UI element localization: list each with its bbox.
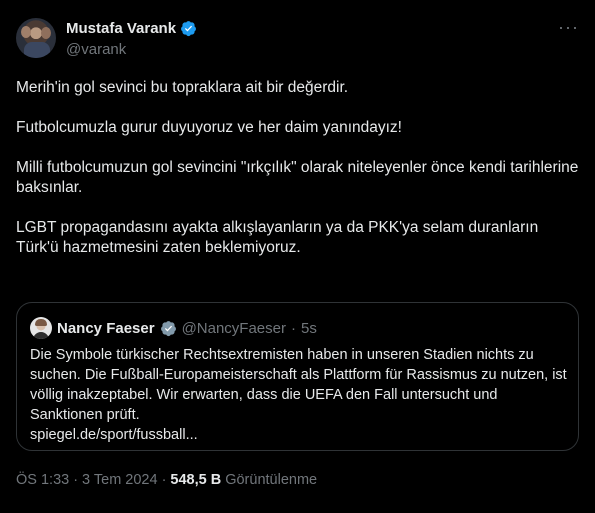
tweet-paragraph: Merih'in gol sevinci bu topraklara ait b… [16, 79, 349, 96]
tweet-paragraph: Futbolcumuzla gurur duyuyoruz ve her dai… [16, 119, 402, 136]
quoted-tweet-body: Die Symbole türkischer Rechtsextremisten… [30, 347, 567, 423]
quoted-tweet[interactable]: Nancy Faeser @NancyFaeser · 5s Die Symbo… [16, 302, 579, 451]
quoted-tweet-link[interactable]: spiegel.de/sport/fussball... [30, 427, 198, 443]
quoted-tweet-text: Die Symbole türkischer Rechtsextremisten… [30, 345, 570, 445]
tweet-meta: ÖS 1:33 · 3 Tem 2024 · 548,5 B Görüntüle… [16, 472, 317, 488]
tweet-paragraph: LGBT propagandasını ayakta alkışlayanlar… [16, 219, 543, 256]
avatar-photo-detail [24, 42, 50, 58]
author-avatar[interactable] [16, 18, 56, 58]
verified-badge-icon [160, 320, 176, 336]
author-handle[interactable]: @varank [66, 41, 126, 58]
quoted-author-avatar [30, 317, 52, 339]
separator-dot: · [291, 319, 296, 337]
avatar-photo-detail [41, 27, 51, 39]
tweet-time[interactable]: ÖS 1:33 [16, 472, 69, 488]
tweet-date[interactable]: 3 Tem 2024 [82, 472, 158, 488]
quoted-author-name: Nancy Faeser [57, 319, 155, 337]
verified-badge-icon [181, 21, 196, 37]
author-display-name[interactable]: Mustafa Varank [66, 20, 176, 37]
avatar-photo-detail [21, 26, 31, 38]
avatar-photo-detail [35, 319, 47, 326]
separator-dot: · [161, 472, 167, 488]
avatar-photo-detail [33, 332, 49, 339]
quoted-tweet-header: Nancy Faeser @NancyFaeser · 5s [30, 317, 317, 339]
quoted-tweet-time: 5s [301, 319, 317, 337]
quoted-author-handle: @NancyFaeser [181, 319, 286, 337]
views-label: Görüntülenme [225, 472, 318, 488]
views-count[interactable]: 548,5 B [170, 472, 221, 488]
tweet-text: Merih'in gol sevinci bu topraklara ait b… [16, 78, 581, 278]
tweet-card: Mustafa Varank @varank ··· Merih'in gol … [0, 0, 595, 513]
separator-dot: · [73, 472, 79, 488]
author-name-row: Mustafa Varank [66, 20, 197, 37]
more-horizontal-icon[interactable]: ··· [558, 18, 579, 36]
tweet-paragraph: Milli futbolcumuzun gol sevincini "ırkçı… [16, 159, 583, 196]
